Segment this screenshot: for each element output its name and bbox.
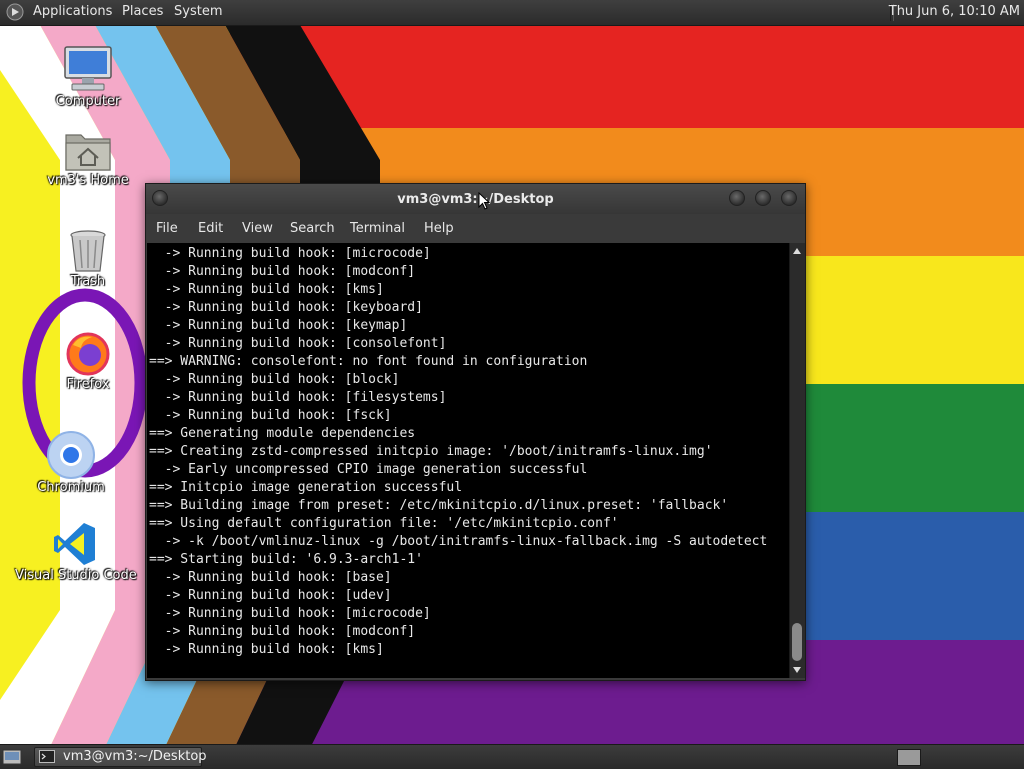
- applications-menu[interactable]: Applications: [33, 4, 112, 19]
- terminal-line: ==> Initcpio image generation successful: [149, 480, 463, 495]
- scrollbar-thumb[interactable]: [792, 623, 802, 661]
- desktop-icon-label: Trash: [70, 274, 106, 289]
- firefox-icon: [66, 332, 110, 376]
- terminal-line: -> Running build hook: [base]: [149, 570, 392, 585]
- desktop-icon-firefox[interactable]: Firefox: [28, 331, 148, 392]
- terminal-line: -> Running build hook: [microcode]: [149, 606, 431, 621]
- terminal-line: -> Running build hook: [keymap]: [149, 318, 408, 333]
- places-menu[interactable]: Places: [122, 4, 163, 19]
- menu-help[interactable]: Help: [424, 221, 454, 236]
- terminal-line: -> Running build hook: [block]: [149, 372, 400, 387]
- terminal-titlebar[interactable]: vm3@vm3:~/Desktop: [146, 184, 805, 214]
- terminal-line: ==> Creating zstd-compressed initcpio im…: [149, 444, 713, 459]
- top-panel: Applications Places System Thu Jun 6, 10…: [0, 0, 1024, 26]
- menu-file[interactable]: File: [156, 221, 178, 236]
- terminal-window[interactable]: vm3@vm3:~/Desktop File Edit View Search …: [145, 183, 806, 681]
- terminal-line: -> Running build hook: [modconf]: [149, 624, 416, 639]
- terminal-line: ==> WARNING: consolefont: no font found …: [149, 354, 588, 369]
- computer-icon: [64, 46, 112, 91]
- window-title: vm3@vm3:~/Desktop: [397, 192, 554, 207]
- terminal-line: -> -k /boot/vmlinuz-linux -g /boot/initr…: [149, 534, 768, 549]
- desktop-icon-label: vm3's Home: [47, 173, 129, 188]
- applications-logo-icon[interactable]: [6, 3, 24, 21]
- desktop-icon-trash[interactable]: Trash: [28, 228, 148, 289]
- desktop-icon-computer[interactable]: Computer: [28, 44, 148, 109]
- desktop-icon-label: Computer: [55, 94, 121, 109]
- show-desktop-icon[interactable]: [2, 749, 22, 765]
- chromium-icon: [47, 431, 95, 479]
- terminal-menubar: File Edit View Search Terminal Help: [146, 214, 805, 243]
- desktop-icon-label: Firefox: [66, 377, 110, 392]
- system-menu[interactable]: System: [174, 4, 222, 19]
- clock[interactable]: Thu Jun 6, 10:10 AM: [889, 4, 1020, 19]
- terminal-line: -> Running build hook: [kms]: [149, 282, 384, 297]
- menu-view[interactable]: View: [242, 221, 273, 236]
- terminal-line: -> Running build hook: [microcode]: [149, 246, 431, 261]
- workspace-switcher[interactable]: [897, 749, 921, 766]
- terminal-icon: [39, 750, 55, 763]
- bottom-panel: vm3@vm3:~/Desktop: [0, 744, 1024, 769]
- desktop-icon-label: Visual Studio Code: [15, 568, 137, 583]
- terminal-line: ==> Building image from preset: /etc/mki…: [149, 498, 729, 513]
- scroll-up-arrow-icon[interactable]: [793, 248, 801, 254]
- terminal-line: -> Running build hook: [filesystems]: [149, 390, 447, 405]
- menu-edit[interactable]: Edit: [198, 221, 223, 236]
- terminal-line: -> Running build hook: [modconf]: [149, 264, 416, 279]
- terminal-line: ==> Starting build: '6.9.3-arch1-1': [149, 552, 423, 567]
- terminal-line: -> Running build hook: [fsck]: [149, 408, 392, 423]
- desktop-icon-chromium[interactable]: Chromium: [11, 430, 131, 495]
- mouse-pointer-icon: [478, 192, 490, 210]
- vscode-icon: [54, 523, 95, 565]
- maximize-button[interactable]: [755, 190, 771, 206]
- terminal-line: -> Running build hook: [consolefont]: [149, 336, 447, 351]
- terminal-line: ==> Using default configuration file: '/…: [149, 516, 619, 531]
- trash-icon: [70, 230, 106, 272]
- terminal-line: ==> Generating module dependencies: [149, 426, 416, 441]
- home-folder-icon: [65, 134, 111, 171]
- terminal-line: -> Early uncompressed CPIO image generat…: [149, 462, 588, 477]
- terminal-scrollbar[interactable]: [789, 243, 805, 678]
- menu-search[interactable]: Search: [290, 221, 335, 236]
- desktop-icon-label: Chromium: [37, 480, 105, 495]
- desktop-icon-vscode[interactable]: Visual Studio Code: [15, 520, 137, 583]
- taskbar-terminal-button[interactable]: vm3@vm3:~/Desktop: [34, 747, 207, 767]
- menu-terminal[interactable]: Terminal: [350, 221, 405, 236]
- scroll-down-arrow-icon[interactable]: [793, 667, 801, 673]
- terminal-line: -> Running build hook: [udev]: [149, 588, 392, 603]
- terminal-line: -> Running build hook: [keyboard]: [149, 300, 423, 315]
- terminal-output[interactable]: -> Running build hook: [microcode] -> Ru…: [147, 243, 789, 678]
- close-button[interactable]: [781, 190, 797, 206]
- minimize-button[interactable]: [729, 190, 745, 206]
- desktop-icon-home[interactable]: vm3's Home: [28, 127, 148, 188]
- terminal-line: -> Running build hook: [kms]: [149, 642, 384, 657]
- taskbar-button-label: vm3@vm3:~/Desktop: [63, 749, 207, 764]
